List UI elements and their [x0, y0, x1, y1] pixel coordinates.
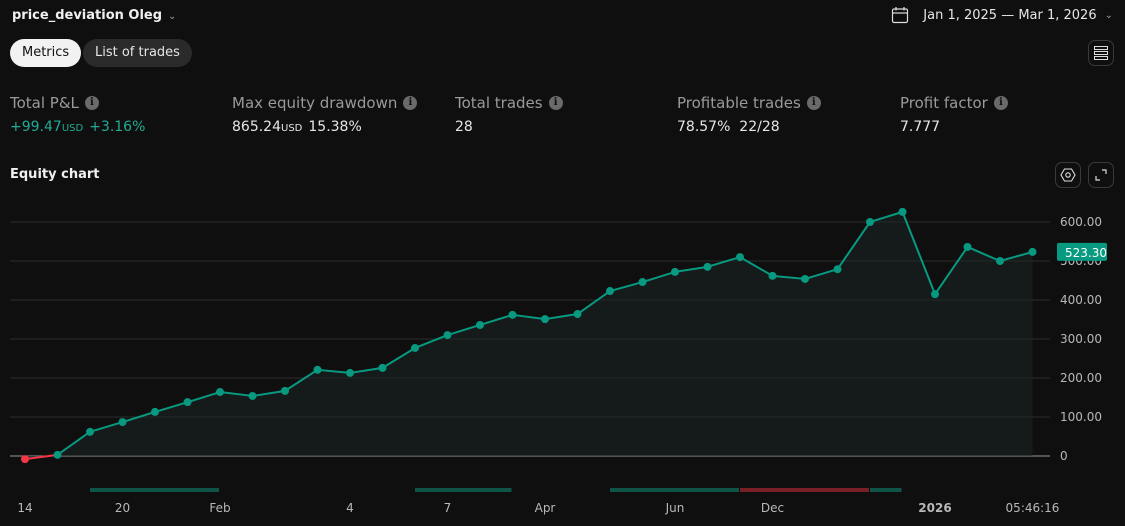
- metric-label: Profit factor: [900, 94, 988, 112]
- strategy-title: price_deviation Oleg: [12, 8, 163, 23]
- y-tick-label: 300.00: [1060, 332, 1102, 346]
- period-band: [740, 488, 869, 492]
- expand-icon: [1095, 169, 1107, 181]
- equity-point: [801, 274, 809, 283]
- period-band: [90, 488, 219, 492]
- metric-value: 7.777: [900, 119, 941, 135]
- equity-point: [638, 278, 647, 287]
- equity-point: [21, 455, 29, 464]
- metric-total-pnl: Total P&L i +99.47USD +3.16%: [10, 94, 145, 135]
- metric-value: 865.24: [232, 119, 281, 135]
- metric-value: 28: [455, 119, 473, 135]
- period-band: [610, 488, 739, 492]
- equity-point: [898, 207, 907, 216]
- metric-profit-factor: Profit factor i 7.777: [900, 94, 1008, 135]
- equity-point: [86, 427, 94, 436]
- equity-chart-title: Equity chart: [10, 167, 100, 182]
- info-icon[interactable]: i: [548, 96, 563, 110]
- info-icon[interactable]: i: [403, 96, 418, 110]
- settings-hexagon-icon: [1060, 168, 1076, 182]
- metric-profitable-trades: Profitable trades i 78.57% 22/28: [677, 94, 821, 135]
- equity-point: [541, 315, 549, 324]
- metric-extra: 15.38%: [308, 119, 362, 135]
- equity-point: [476, 320, 484, 329]
- y-tick-label: 100.00: [1060, 410, 1102, 424]
- y-tick-label: 0: [1060, 449, 1068, 463]
- chevron-down-icon: ⌄: [168, 11, 177, 22]
- metric-max-drawdown: Max equity drawdown i 865.24USD 15.38%: [232, 94, 418, 135]
- y-tick-label: 600.00: [1060, 215, 1102, 229]
- chart-settings-button[interactable]: [1055, 162, 1081, 188]
- x-tick-label: 7: [444, 501, 452, 515]
- x-tick-label: 4: [346, 501, 354, 515]
- metric-extra: 22/28: [739, 119, 780, 135]
- tab-list-of-trades[interactable]: List of trades: [83, 39, 192, 67]
- y-tick-label: 400.00: [1060, 293, 1102, 307]
- equity-area: [25, 211, 1033, 460]
- equity-point: [248, 391, 257, 400]
- metric-label: Max equity drawdown: [232, 94, 398, 112]
- x-tick-label: 14: [17, 501, 32, 515]
- equity-point: [768, 271, 777, 280]
- equity-point: [411, 343, 419, 352]
- equity-point: [1028, 247, 1037, 256]
- equity-point: [216, 388, 224, 397]
- equity-point: [703, 262, 712, 271]
- equity-point: [736, 253, 744, 262]
- metric-unit: USD: [281, 123, 303, 134]
- equity-point: [443, 331, 452, 340]
- date-range-selector[interactable]: Jan 1, 2025 — Mar 1, 2026 ⌄: [891, 6, 1113, 24]
- calendar-icon: [892, 7, 909, 24]
- x-tick-label: 05:46:16: [1006, 501, 1060, 515]
- equity-point: [866, 218, 874, 226]
- equity-point: [573, 310, 582, 319]
- metric-value: 78.57%: [677, 119, 731, 135]
- equity-point: [508, 310, 517, 319]
- x-tick-label: 2026: [918, 501, 951, 515]
- x-tick-label: 20: [115, 501, 130, 515]
- equity-point: [931, 290, 939, 299]
- chevron-down-icon: ⌄: [1104, 9, 1113, 21]
- x-tick-label: Jun: [665, 501, 685, 515]
- metric-label: Total P&L: [10, 94, 79, 112]
- last-value-label: 523.30: [1065, 246, 1107, 260]
- metric-unit: USD: [61, 123, 84, 134]
- period-band: [415, 488, 512, 492]
- layout-toggle-button[interactable]: [1088, 40, 1114, 66]
- x-tick-label: Apr: [535, 501, 556, 515]
- equity-point: [346, 368, 354, 377]
- x-tick-label: Dec: [761, 501, 784, 515]
- equity-point: [151, 407, 159, 416]
- x-tick-label: Feb: [209, 501, 230, 515]
- period-band: [870, 488, 902, 492]
- list-layout-icon: [1094, 46, 1108, 60]
- equity-point: [53, 450, 62, 459]
- equity-point: [313, 365, 322, 374]
- equity-point: [996, 257, 1004, 265]
- metric-value: +99.47: [10, 119, 62, 135]
- equity-chart[interactable]: 0100.00200.00300.00400.00500.00600.00523…: [0, 190, 1125, 526]
- metric-extra: +3.16%: [89, 119, 146, 135]
- equity-point: [963, 242, 972, 251]
- equity-point: [606, 287, 614, 296]
- equity-point: [183, 398, 192, 407]
- metric-label: Total trades: [455, 94, 543, 112]
- date-range-text: Jan 1, 2025 — Mar 1, 2026: [923, 7, 1097, 23]
- fullscreen-button[interactable]: [1088, 162, 1114, 188]
- equity-point: [833, 265, 842, 274]
- y-tick-label: 200.00: [1060, 371, 1102, 385]
- equity-point: [281, 386, 289, 395]
- metric-label: Profitable trades: [677, 94, 801, 112]
- equity-point: [378, 363, 387, 372]
- tab-metrics[interactable]: Metrics: [10, 39, 82, 67]
- equity-point: [671, 267, 679, 276]
- info-icon[interactable]: i: [84, 96, 99, 110]
- info-icon[interactable]: i: [993, 96, 1008, 110]
- info-icon[interactable]: i: [806, 96, 821, 110]
- strategy-selector[interactable]: price_deviation Oleg ⌄: [12, 8, 176, 23]
- equity-point: [118, 418, 127, 427]
- metric-total-trades: Total trades i 28: [455, 94, 563, 135]
